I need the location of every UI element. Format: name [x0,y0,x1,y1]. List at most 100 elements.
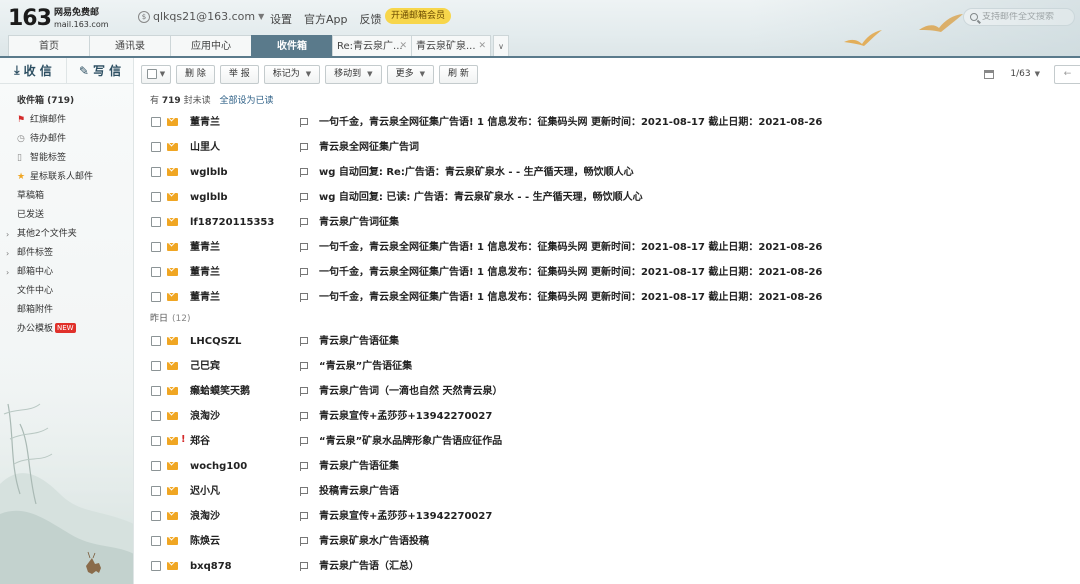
tab-more-button[interactable]: ∨ [493,35,509,56]
move-to-dropdown[interactable]: 移动到 ▼ [325,64,382,84]
mail-checkbox[interactable] [151,461,161,471]
mail-row[interactable]: LHCQSZL 青云泉广告语征集 [141,329,1080,354]
tab-home[interactable]: 首页 [8,35,90,56]
mail-checkbox[interactable] [151,536,161,546]
feedback-link[interactable]: 反馈 [360,11,382,27]
mail-checkbox[interactable] [151,117,161,127]
tab-contacts[interactable]: 通讯录 [89,35,171,56]
tab-inbox[interactable]: 收件箱 [251,35,333,56]
mail-row[interactable]: 陈焕云 青云泉矿泉水广告语投稿 [141,529,1080,554]
chevron-right-icon[interactable]: › [6,244,9,263]
sidebar-item-mail-tags[interactable]: › 邮件标签 [0,244,133,263]
flag-icon[interactable] [300,462,308,471]
mail-checkbox[interactable] [151,486,161,496]
mail-row[interactable]: 董青兰 一句千金，青云泉全网征集广告语! 1 信息发布：征集码头网 更新时间：20… [141,285,1080,310]
mail-checkbox[interactable] [151,386,161,396]
receive-button[interactable]: ⤓ 收 信 [0,58,66,83]
official-app-link[interactable]: 官方App [304,11,348,27]
sidebar-item-attachments[interactable]: 邮箱附件 [0,301,133,320]
calendar-icon[interactable] [984,69,995,79]
prev-page-button[interactable]: ← [1054,64,1080,84]
close-icon[interactable]: ✕ [399,36,407,56]
sidebar-item-mail-center[interactable]: › 邮箱中心 [0,263,133,282]
tab-reply-mail[interactable]: Re:青云泉广... ✕ [332,35,412,56]
settings-link[interactable]: 设置 [270,11,292,27]
sidebar-item-drafts[interactable]: 草稿箱 [0,187,133,206]
mail-checkbox[interactable] [151,561,161,571]
refresh-button[interactable]: 刷 新 [438,64,478,84]
sidebar-item-office-templates[interactable]: 办公模板 NEW [0,320,133,339]
mail-row[interactable]: wglblb wg 自动回复: 已读: 广告语：青云泉矿泉水 - - 生产循天理，… [141,185,1080,210]
tab-app-center[interactable]: 应用中心 [170,35,252,56]
search-input[interactable] [982,12,1072,22]
search-box[interactable] [963,8,1075,26]
close-icon[interactable]: ✕ [478,36,486,56]
mail-logo[interactable]: 163 网易免费邮 mail.163.com [8,6,109,31]
mail-group-header-yesterday[interactable]: 昨日 (12) [141,310,1080,329]
more-dropdown[interactable]: 更多 ▼ [386,64,434,84]
mail-checkbox[interactable] [151,511,161,521]
delete-button[interactable]: 删 除 [176,64,215,84]
flag-icon[interactable] [300,562,308,571]
flag-icon[interactable] [300,118,308,127]
mail-row[interactable]: ! 郑谷 “青云泉”矿泉水品牌形象广告语应征作品 [141,429,1080,454]
mail-checkbox[interactable] [151,336,161,346]
mail-row[interactable]: 浪淘沙 青云泉宣传+孟莎莎+13942270027 [141,504,1080,529]
mail-row[interactable]: 董青兰 一句千金，青云泉全网征集广告语! 1 信息发布：征集码头网 更新时间：20… [141,260,1080,285]
mail-row[interactable]: 董青兰 一句千金，青云泉全网征集广告语! 1 信息发布：征集码头网 更新时间：20… [141,110,1080,135]
mail-row[interactable]: lf18720115353 青云泉广告词征集 [141,210,1080,235]
flag-icon[interactable] [300,168,308,177]
flag-icon[interactable] [300,243,308,252]
sidebar-item-todo[interactable]: ◷ 待办邮件 [0,130,133,149]
flag-icon[interactable] [300,337,308,346]
mail-checkbox[interactable] [151,436,161,446]
search-icon[interactable] [970,13,978,21]
flag-icon[interactable] [300,487,308,496]
flag-icon[interactable] [300,512,308,521]
compose-button[interactable]: ✎ 写 信 [66,58,133,83]
mail-checkbox[interactable] [151,242,161,252]
mail-checkbox[interactable] [151,142,161,152]
mail-row[interactable]: 癞蛤蟆笑天鹅 青云泉广告词（一滴也自然 天然青云泉） [141,379,1080,404]
flag-icon[interactable] [300,537,308,546]
flag-icon[interactable] [300,362,308,371]
sidebar-item-other-folders[interactable]: › 其他2个文件夹 [0,225,133,244]
mail-row[interactable]: 己巳宾 “青云泉”广告语征集 [141,354,1080,379]
flag-icon[interactable] [300,268,308,277]
mark-all-read-link[interactable]: 全部设为已读 [219,96,273,106]
flag-icon[interactable] [300,412,308,421]
sidebar-item-smart-tag[interactable]: ▯ 智能标签 [0,149,133,168]
chevron-right-icon[interactable]: › [6,225,9,244]
vip-button[interactable]: 开通邮箱会员 [385,8,452,24]
mail-row[interactable]: wglblb wg 自动回复: Re:广告语：青云泉矿泉水 - - 生产循天理，畅… [141,160,1080,185]
page-indicator[interactable]: 1/63 ▼ [1010,69,1040,79]
mail-checkbox[interactable] [151,217,161,227]
sidebar-item-starred-contacts[interactable]: ★ 星标联系人邮件 [0,168,133,187]
mail-checkbox[interactable] [151,192,161,202]
chevron-right-icon[interactable]: › [6,263,9,282]
account-menu[interactable]: $ qlkqs21@163.com ▼ [138,10,264,23]
mail-checkbox[interactable] [151,292,161,302]
flag-icon[interactable] [300,193,308,202]
flag-icon[interactable] [300,293,308,302]
sidebar-item-red-flag[interactable]: ⚑ 红旗邮件 [0,111,133,130]
tab-mineral-water-mail[interactable]: 青云泉矿泉... ✕ [411,35,491,56]
mail-checkbox[interactable] [151,361,161,371]
mail-row[interactable]: 浪淘沙 青云泉宣传+孟莎莎+13942270027 [141,404,1080,429]
select-all-checkbox[interactable] [146,69,157,79]
flag-icon[interactable] [300,437,308,446]
mail-checkbox[interactable] [151,267,161,277]
sidebar-item-inbox[interactable]: 收件箱 (719) [0,92,133,111]
mail-row[interactable]: 山里人 青云泉全网征集广告词 [141,135,1080,160]
mail-checkbox[interactable] [151,411,161,421]
report-button[interactable]: 举 报 [219,64,259,84]
flag-icon[interactable] [300,387,308,396]
sidebar-item-file-center[interactable]: 文件中心 [0,282,133,301]
mail-checkbox[interactable] [151,167,161,177]
mail-row[interactable]: 迟小凡 投稿青云泉广告语 [141,479,1080,504]
sidebar-item-sent[interactable]: 已发送 [0,206,133,225]
select-all-dropdown[interactable]: ▼ [141,64,171,84]
mail-row[interactable]: bxq878 青云泉广告语（汇总） [141,554,1080,579]
mark-as-dropdown[interactable]: 标记为 ▼ [263,64,321,84]
flag-icon[interactable] [300,143,308,152]
